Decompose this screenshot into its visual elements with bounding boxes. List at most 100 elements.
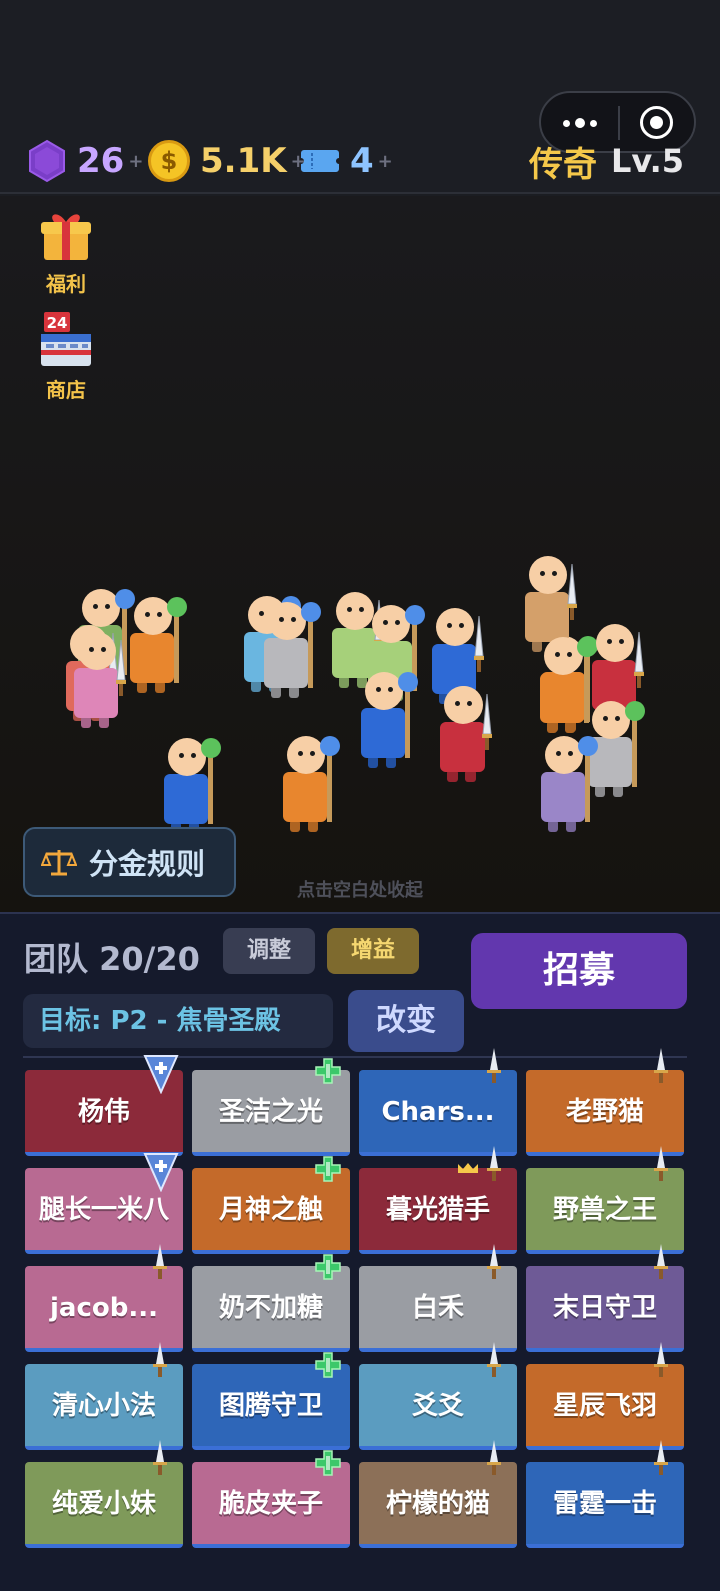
- staff-icon: [585, 746, 590, 822]
- gold-counter[interactable]: $ 5.1K +: [148, 138, 306, 184]
- roster-card[interactable]: 柠檬的猫: [359, 1440, 517, 1548]
- roster-card[interactable]: 清心小法: [25, 1342, 183, 1450]
- roster-card[interactable]: 腿长一米八: [25, 1153, 183, 1254]
- unit-head: [436, 608, 474, 646]
- roster-card-name: 纯爱小妹: [51, 1489, 156, 1519]
- rank-name: 传奇: [529, 144, 597, 185]
- staff-orb-icon: [578, 736, 598, 756]
- unit-head: [78, 632, 116, 670]
- unit-head: [287, 736, 325, 774]
- unit-head: [365, 672, 403, 710]
- gem-plus: +: [128, 150, 144, 172]
- ticket-icon: [301, 150, 339, 172]
- roster-card-name: 腿长一米八: [38, 1195, 169, 1225]
- adjust-button[interactable]: 调整: [223, 928, 315, 974]
- unit-head: [545, 736, 583, 774]
- sword-icon: [482, 694, 492, 750]
- roster-card[interactable]: 杨伟: [25, 1055, 183, 1156]
- unit-head: [592, 701, 630, 739]
- buff-button[interactable]: 增益: [327, 928, 419, 974]
- roster-card[interactable]: 野兽之王: [526, 1146, 684, 1254]
- unit-body: [440, 722, 484, 772]
- scale-icon: [41, 850, 77, 876]
- roster-card[interactable]: 月神之触: [192, 1156, 350, 1254]
- team-count-title: 团队 20/20: [24, 940, 200, 978]
- rank-level: Lv.5: [611, 142, 685, 180]
- unit-character: [533, 736, 598, 856]
- roster-card-name: 老野猫: [565, 1097, 644, 1127]
- dagger-icon: [487, 1244, 501, 1279]
- staff-icon: [405, 682, 410, 758]
- unit-head: [529, 556, 567, 594]
- dagger-icon: [153, 1244, 167, 1279]
- roster-card-name: 图腾守卫: [218, 1391, 323, 1421]
- roster-card[interactable]: 末日守卫: [526, 1244, 684, 1352]
- staff-icon: [632, 711, 637, 787]
- roster-card[interactable]: 图腾守卫: [192, 1352, 350, 1450]
- unit-character: [275, 736, 340, 856]
- unit-head: [444, 686, 482, 724]
- roster-card[interactable]: jacob...: [25, 1244, 183, 1352]
- welfare-label: 福利: [46, 272, 86, 296]
- roster-card[interactable]: 暮光猎手: [359, 1146, 517, 1254]
- staff-orb-icon: [301, 602, 321, 622]
- more-dots-icon[interactable]: [561, 113, 601, 133]
- roster-card[interactable]: 雷霆一击: [526, 1440, 684, 1548]
- unit-head: [168, 738, 206, 776]
- dagger-icon: [654, 1342, 668, 1377]
- roster-card[interactable]: 圣洁之光: [192, 1058, 350, 1156]
- unit-character: [256, 602, 321, 722]
- roster-card-name: 白禾: [411, 1293, 464, 1323]
- unit-character: [353, 672, 418, 792]
- crown-icon: [458, 1163, 478, 1173]
- target-display: 目标: P2 - 焦骨圣殿: [23, 994, 333, 1048]
- roster-card-name: 暮光猎手: [385, 1195, 490, 1225]
- roster-card[interactable]: 白禾: [359, 1244, 517, 1352]
- heal-cross-icon: [315, 1058, 341, 1084]
- roster-card-name: 爻爻: [411, 1391, 464, 1421]
- team-panel: 团队 20/20 调整 增益 招募 目标: P2 - 焦骨圣殿 改变 杨伟 圣洁之…: [0, 912, 720, 1591]
- dagger-icon: [654, 1048, 668, 1083]
- roster-card[interactable]: 星辰飞羽: [526, 1342, 684, 1450]
- unit-body: [525, 592, 569, 642]
- unit-body: [74, 668, 118, 718]
- roster-card[interactable]: 奶不加糖: [192, 1254, 350, 1352]
- target-circle-icon[interactable]: [640, 106, 673, 139]
- staff-orb-icon: [167, 597, 187, 617]
- unit-body: [164, 774, 208, 824]
- roster-card[interactable]: 纯爱小妹: [25, 1440, 183, 1548]
- staff-icon: [208, 748, 213, 824]
- unit-head: [596, 624, 634, 662]
- roster-card-name: 脆皮夹子: [218, 1489, 323, 1519]
- roster-card[interactable]: 爻爻: [359, 1342, 517, 1450]
- staff-orb-icon: [625, 701, 645, 721]
- roster-card[interactable]: 老野猫: [526, 1048, 684, 1156]
- recruit-button[interactable]: 招募: [471, 933, 687, 1009]
- roster-card-name: 奶不加糖: [218, 1293, 323, 1323]
- roster-card[interactable]: Chars...: [359, 1048, 517, 1156]
- welfare-button[interactable]: 福利: [36, 210, 96, 297]
- staff-icon: [174, 607, 179, 683]
- shop-24-text: 24: [47, 314, 68, 332]
- unit-body: [130, 633, 174, 683]
- ticket-plus: +: [377, 150, 393, 172]
- sword-icon: [567, 564, 577, 620]
- gem-icon: [29, 139, 65, 183]
- shop-button[interactable]: 24 商店: [36, 310, 96, 403]
- ticket-counter[interactable]: 4 +: [300, 138, 393, 184]
- staff-orb-icon: [201, 738, 221, 758]
- shield-badge-icon: [143, 1153, 179, 1192]
- shop-24-icon: 24: [41, 312, 91, 366]
- roster-card-name: 雷霆一击: [552, 1489, 657, 1519]
- heal-cross-icon: [315, 1450, 341, 1476]
- heal-cross-icon: [315, 1156, 341, 1182]
- roster-card[interactable]: 脆皮夹子: [192, 1450, 350, 1548]
- sword-icon: [474, 616, 484, 672]
- unit-character: [432, 686, 496, 806]
- roster-card-name: 末日守卫: [552, 1293, 657, 1323]
- battlefield[interactable]: 福利 24 商店 分金规则 点击空白处收起: [0, 196, 720, 912]
- gem-counter[interactable]: 26 +: [27, 138, 143, 184]
- dagger-icon: [153, 1440, 167, 1475]
- dagger-icon: [654, 1440, 668, 1475]
- change-target-button[interactable]: 改变: [348, 990, 464, 1052]
